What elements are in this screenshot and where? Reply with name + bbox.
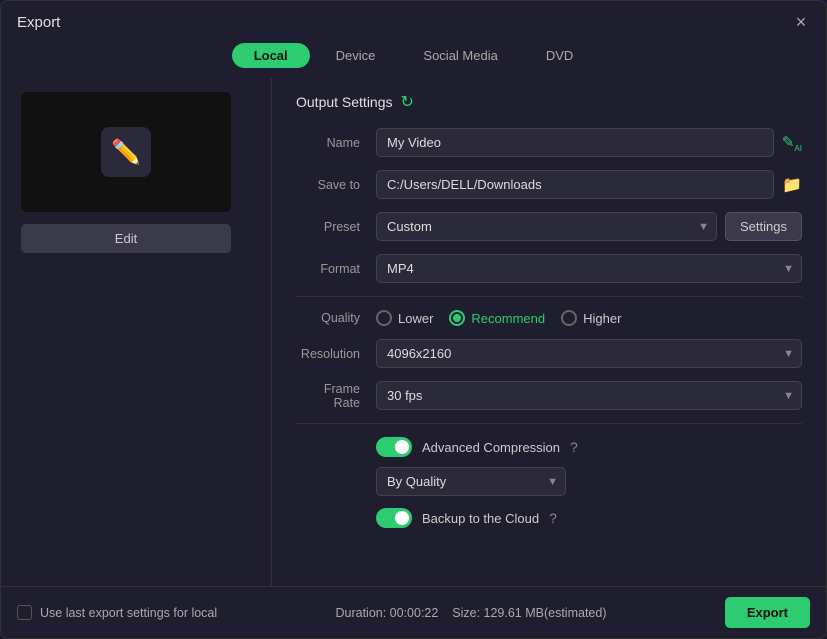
quality-recommend-label: Recommend (471, 311, 545, 326)
footer-duration-size: Duration: 00:00:22 Size: 129.61 MB(estim… (335, 606, 606, 620)
compression-mode-row: By Quality By Bitrate ▼ (376, 467, 802, 496)
format-row: Format MP4 AVI MOV MKV WMV ▼ (296, 254, 802, 283)
settings-button[interactable]: Settings (725, 212, 802, 241)
compression-mode-select-wrapper: By Quality By Bitrate ▼ (376, 467, 566, 496)
preset-row: Preset Custom High Quality Low Quality ▼… (296, 212, 802, 241)
advanced-compression-help-icon[interactable]: ? (570, 439, 578, 455)
title-bar: Export × (1, 1, 826, 39)
name-input-group: ✎AI (376, 128, 802, 157)
preset-label: Preset (296, 220, 376, 234)
folder-icon[interactable]: 📁 (782, 175, 802, 195)
frame-rate-label: Frame Rate (296, 382, 376, 410)
quality-higher-option[interactable]: Higher (561, 310, 621, 326)
tab-bar: Local Device Social Media DVD (1, 39, 826, 78)
name-label: Name (296, 136, 376, 150)
resolution-row: Resolution 4096x2160 1920x1080 1280x720 … (296, 339, 802, 368)
backup-cloud-group: Backup to the Cloud ? (376, 508, 557, 528)
tab-social-media[interactable]: Social Media (401, 43, 519, 68)
save-to-input[interactable] (376, 170, 774, 199)
compression-mode-select[interactable]: By Quality By Bitrate (376, 467, 566, 496)
preset-select-wrapper: Custom High Quality Low Quality ▼ (376, 212, 717, 241)
quality-recommend-radio[interactable] (449, 310, 465, 326)
save-to-label: Save to (296, 178, 376, 192)
divider-1 (296, 296, 802, 297)
edit-button[interactable]: Edit (21, 224, 231, 253)
use-last-settings-label: Use last export settings for local (40, 606, 217, 620)
close-button[interactable]: × (792, 13, 810, 31)
resolution-select-wrapper: 4096x2160 1920x1080 1280x720 854x480 ▼ (376, 339, 802, 368)
quality-higher-radio[interactable] (561, 310, 577, 326)
tab-dvd[interactable]: DVD (524, 43, 595, 68)
quality-label: Quality (296, 311, 376, 325)
name-input[interactable] (376, 128, 774, 157)
format-select-wrapper: MP4 AVI MOV MKV WMV ▼ (376, 254, 802, 283)
preview-icon: ✏️ (101, 127, 151, 177)
frame-rate-row: Frame Rate 30 fps 60 fps 24 fps 25 fps ▼ (296, 381, 802, 410)
quality-radio-group: Lower Recommend Higher (376, 310, 621, 326)
save-to-row: Save to 📁 (296, 170, 802, 199)
quality-higher-label: Higher (583, 311, 621, 326)
preview-box: ✏️ (21, 92, 231, 212)
backup-cloud-help-icon[interactable]: ? (549, 510, 557, 526)
ai-icon[interactable]: ✎AI (782, 133, 802, 153)
quality-lower-label: Lower (398, 311, 433, 326)
resolution-select[interactable]: 4096x2160 1920x1080 1280x720 854x480 (376, 339, 802, 368)
use-last-settings-checkbox[interactable] (17, 605, 32, 620)
divider-2 (296, 423, 802, 424)
backup-cloud-row: Backup to the Cloud ? (296, 508, 802, 528)
frame-rate-select-wrapper: 30 fps 60 fps 24 fps 25 fps ▼ (376, 381, 802, 410)
tab-device[interactable]: Device (314, 43, 398, 68)
advanced-compression-group: Advanced Compression ? (376, 437, 578, 457)
tab-local[interactable]: Local (232, 43, 310, 68)
quality-lower-option[interactable]: Lower (376, 310, 433, 326)
backup-cloud-toggle[interactable] (376, 508, 412, 528)
advanced-compression-toggle[interactable] (376, 437, 412, 457)
save-to-input-group: 📁 (376, 170, 802, 199)
format-label: Format (296, 262, 376, 276)
quality-lower-radio[interactable] (376, 310, 392, 326)
duration-label: Duration: 00:00:22 (335, 606, 438, 620)
footer: Use last export settings for local Durat… (1, 586, 826, 638)
window-title: Export (17, 14, 60, 31)
frame-rate-select[interactable]: 30 fps 60 fps 24 fps 25 fps (376, 381, 802, 410)
footer-left: Use last export settings for local (17, 605, 217, 620)
advanced-compression-label: Advanced Compression (422, 440, 560, 455)
backup-cloud-label: Backup to the Cloud (422, 511, 539, 526)
advanced-compression-row: Advanced Compression ? (296, 437, 802, 457)
export-window: Export × Local Device Social Media DVD ✏… (0, 0, 827, 639)
main-content: ✏️ Edit Output Settings ↻ Name ✎AI S (1, 78, 826, 586)
left-panel: ✏️ Edit (1, 78, 271, 586)
right-panel: Output Settings ↻ Name ✎AI Save to 📁 (272, 78, 826, 586)
quality-row: Quality Lower Recommend Higher (296, 310, 802, 326)
size-label: Size: 129.61 MB(estimated) (452, 606, 606, 620)
preset-select[interactable]: Custom High Quality Low Quality (376, 212, 717, 241)
format-select[interactable]: MP4 AVI MOV MKV WMV (376, 254, 802, 283)
resolution-label: Resolution (296, 347, 376, 361)
section-title-text: Output Settings (296, 94, 393, 110)
name-row: Name ✎AI (296, 128, 802, 157)
section-title: Output Settings ↻ (296, 92, 802, 112)
export-button[interactable]: Export (725, 597, 810, 628)
refresh-icon[interactable]: ↻ (401, 92, 414, 112)
quality-recommend-option[interactable]: Recommend (449, 310, 545, 326)
